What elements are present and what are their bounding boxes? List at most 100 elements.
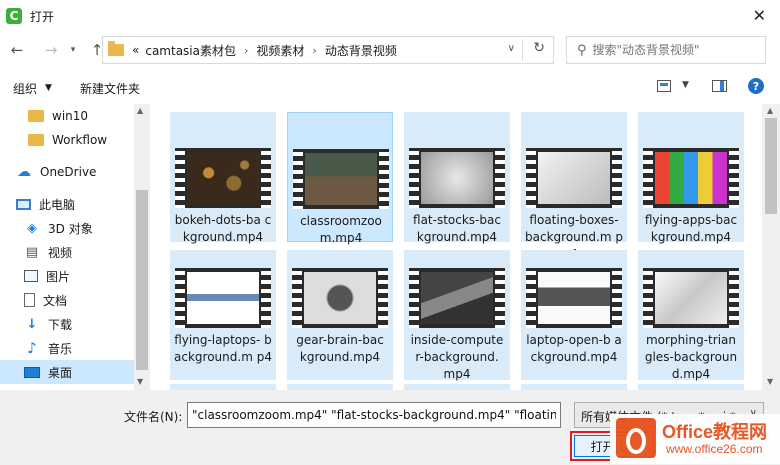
file-name: flying-apps-bac kground.mp4 xyxy=(644,213,738,244)
forward-arrow-icon[interactable]: → xyxy=(40,39,62,61)
file-name: flat-stocks-bac kground.mp4 xyxy=(413,213,501,244)
watermark-title: Office教程网 xyxy=(662,422,768,442)
search-box[interactable]: ⚲ xyxy=(566,36,766,64)
video-thumbnail xyxy=(538,152,610,204)
video-thumbnail xyxy=(421,152,493,204)
filename-input[interactable] xyxy=(187,402,561,428)
address-dropdown-chevron-icon[interactable]: ∨ xyxy=(508,43,515,54)
video-thumbnail xyxy=(655,152,727,204)
scroll-up-arrow-icon[interactable]: ▲ xyxy=(137,106,143,115)
file-tile-classroomzoom[interactable]: classroomzoo m.mp4 xyxy=(287,112,393,245)
camtasia-app-icon: C xyxy=(6,8,22,24)
video-file-icon xyxy=(643,268,739,328)
sidebar-item-music[interactable]: ♪ 音乐 xyxy=(0,336,134,360)
new-folder-button[interactable]: 新建文件夹 xyxy=(80,80,140,97)
back-arrow-icon[interactable]: ← xyxy=(6,39,28,61)
video-thumbnail xyxy=(538,272,610,324)
file-tile-flat-stocks[interactable]: flat-stocks-bac kground.mp4 xyxy=(404,112,510,244)
breadcrumb-item[interactable]: camtasia素材包 xyxy=(145,42,236,59)
sidebar-item-label: win10 xyxy=(52,109,89,123)
navigation-pane: win10 Workflow ☁ OneDrive 此电脑 ◈ 3D 对象 ▤ … xyxy=(0,104,150,390)
file-tile-bokeh-dots[interactable]: bokeh-dots-ba ckground.mp4 xyxy=(170,112,276,244)
content-scrollbar-thumb[interactable] xyxy=(765,118,777,214)
sidebar-item-label: 图片 xyxy=(46,269,71,284)
sidebar-item-label: 桌面 xyxy=(48,365,73,380)
preview-pane-icon[interactable] xyxy=(712,80,727,92)
computer-icon xyxy=(16,198,31,210)
watermark-url: www.office26.com xyxy=(666,442,763,456)
sidebar-item-onedrive[interactable]: ☁ OneDrive xyxy=(0,160,134,184)
video-thumbnail xyxy=(304,272,376,324)
help-icon[interactable]: ? xyxy=(748,78,764,94)
video-thumbnail xyxy=(655,272,727,324)
cube-icon: ◈ xyxy=(27,220,37,236)
sidebar-item-videos[interactable]: ▤ 视频 xyxy=(0,240,134,264)
file-name: laptop-open-b ackground.mp4 xyxy=(526,333,622,364)
file-tile-floating-boxes[interactable]: floating-boxes- background.m p4 xyxy=(521,112,627,261)
video-file-icon xyxy=(175,148,271,208)
video-file-icon xyxy=(293,149,389,209)
sidebar-item-win10[interactable]: win10 xyxy=(0,104,134,128)
video-file-icon xyxy=(526,148,622,208)
breadcrumb-item[interactable]: 动态背景视频 xyxy=(325,42,397,59)
file-name: classroomzoo m.mp4 xyxy=(300,214,382,245)
file-tile-laptop-open[interactable]: laptop-open-b ackground.mp4 xyxy=(521,250,627,380)
picture-icon xyxy=(24,270,38,282)
sidebar-item-label: 3D 对象 xyxy=(48,221,93,236)
breadcrumb-overflow[interactable]: « xyxy=(132,43,139,57)
file-name: flying-laptops- background.m p4 xyxy=(174,333,272,364)
organize-button[interactable]: 组织 xyxy=(13,80,37,97)
sidebar-item-label: 文档 xyxy=(43,293,68,308)
breadcrumb-item[interactable]: 视频素材 xyxy=(256,42,304,59)
change-view-icon[interactable] xyxy=(657,80,671,92)
address-row: ← → ▾ ↑ « camtasia素材包 › 视频素材 › 动态背景视频 ∨ … xyxy=(0,32,780,68)
file-name: inside-compute r-background. mp4 xyxy=(410,333,504,381)
sidebar-item-this-pc[interactable]: 此电脑 xyxy=(0,192,134,216)
window-title: 打开 xyxy=(30,9,55,24)
organize-chevron-icon[interactable]: ▼ xyxy=(45,83,52,93)
site-watermark: Office教程网 www.office26.com xyxy=(610,414,780,464)
video-file-icon xyxy=(409,148,505,208)
chevron-right-icon[interactable]: › xyxy=(312,44,316,57)
download-icon: ↓ xyxy=(26,316,38,332)
sidebar-item-label: OneDrive xyxy=(40,165,97,179)
scroll-down-arrow-icon[interactable]: ▼ xyxy=(137,377,143,386)
folder-icon xyxy=(108,41,124,56)
file-tile-gear-brain[interactable]: gear-brain-bac kground.mp4 xyxy=(287,250,393,380)
file-tile-inside-computer[interactable]: inside-compute r-background. mp4 xyxy=(404,250,510,381)
search-input[interactable] xyxy=(592,43,753,57)
sidebar-item-workflow[interactable]: Workflow xyxy=(0,128,134,152)
refresh-icon[interactable]: ↻ xyxy=(533,40,545,56)
scroll-down-arrow-icon[interactable]: ▼ xyxy=(767,377,773,386)
sidebar-item-label: 下载 xyxy=(48,317,73,332)
sidebar-item-3d-objects[interactable]: ◈ 3D 对象 xyxy=(0,216,134,240)
sidebar-scrollbar-thumb[interactable] xyxy=(136,190,148,370)
sidebar-item-downloads[interactable]: ↓ 下载 xyxy=(0,312,134,336)
sidebar-item-pictures[interactable]: 图片 xyxy=(0,264,134,288)
chevron-right-icon[interactable]: › xyxy=(244,44,248,57)
video-file-icon xyxy=(175,268,271,328)
close-icon[interactable]: ✕ xyxy=(753,6,766,25)
video-thumbnail xyxy=(187,152,259,204)
divider xyxy=(522,39,523,61)
filename-label: 文件名(N): xyxy=(124,410,183,424)
file-name: bokeh-dots-ba ckground.mp4 xyxy=(174,213,272,244)
folder-icon xyxy=(28,134,44,146)
address-bar[interactable]: « camtasia素材包 › 视频素材 › 动态背景视频 ∨ ↻ xyxy=(102,36,554,64)
recent-locations-chevron-icon[interactable]: ▾ xyxy=(62,39,84,61)
video-file-icon xyxy=(409,268,505,328)
file-name: gear-brain-bac kground.mp4 xyxy=(296,333,384,364)
video-thumbnail xyxy=(187,272,259,324)
file-tile-flying-laptops[interactable]: flying-laptops- background.m p4 xyxy=(170,250,276,380)
view-options-chevron-icon[interactable]: ▼ xyxy=(682,80,689,90)
file-tile-flying-apps[interactable]: flying-apps-bac kground.mp4 xyxy=(638,112,744,244)
sidebar-item-label: 此电脑 xyxy=(39,197,76,212)
search-icon: ⚲ xyxy=(577,42,587,58)
sidebar-item-label: 音乐 xyxy=(48,341,73,356)
file-tile-morphing-triangles[interactable]: morphing-trian gles-backgroun d.mp4 xyxy=(638,250,744,381)
sidebar-item-documents[interactable]: 文档 xyxy=(0,288,134,312)
sidebar-item-desktop[interactable]: 桌面 xyxy=(0,360,134,384)
scroll-up-arrow-icon[interactable]: ▲ xyxy=(767,106,773,115)
file-list: bokeh-dots-ba ckground.mp4 classroomzoo … xyxy=(150,104,762,390)
video-thumbnail xyxy=(305,153,377,205)
